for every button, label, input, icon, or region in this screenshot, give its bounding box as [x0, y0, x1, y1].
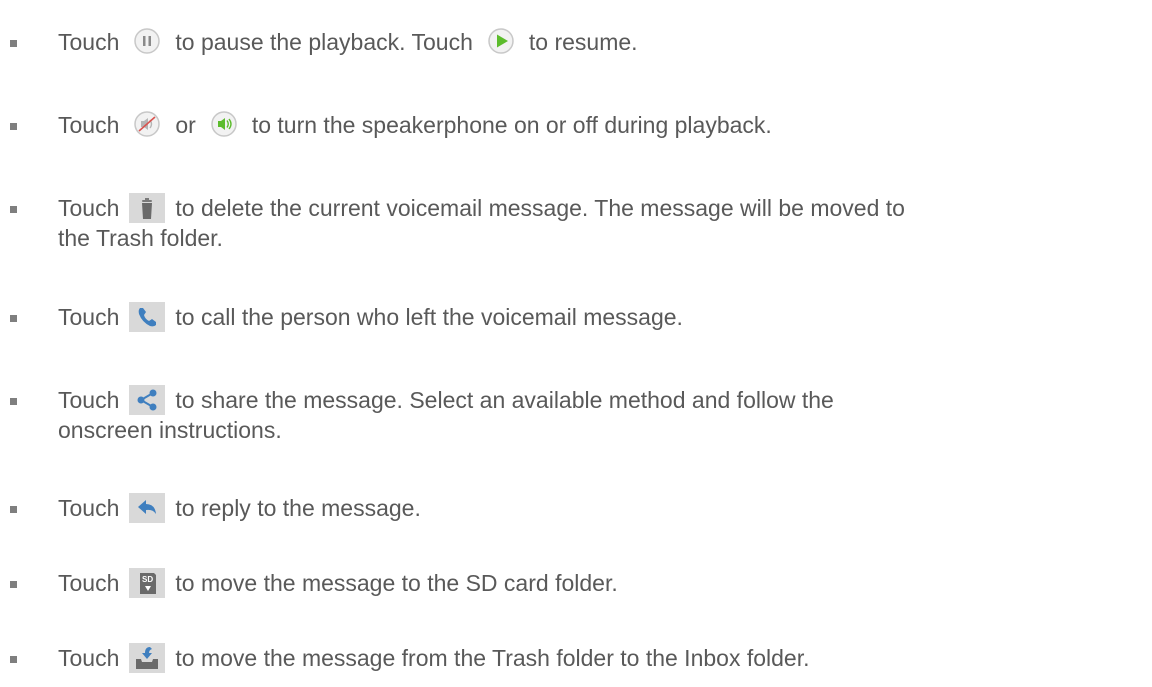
item-text-post: to resume. [528, 29, 638, 55]
item-text-pre: Touch [58, 195, 120, 221]
item-text-continued: the Trash folder. [58, 225, 223, 251]
item-text-post: to turn the speakerphone on or off durin… [251, 112, 772, 138]
item-text-post: to reply to the message. [175, 495, 421, 521]
bullet [10, 206, 17, 213]
bullet [10, 656, 17, 663]
phone-icon [129, 302, 166, 332]
pause-icon [129, 27, 165, 57]
move-to-inbox-icon [129, 643, 166, 673]
bullet [10, 581, 17, 588]
item-text-post: to delete the current voicemail message.… [175, 195, 905, 221]
bullet [10, 123, 17, 130]
share-icon [129, 385, 166, 415]
item-text-mid: or [175, 112, 196, 138]
item-text-pre: Touch [58, 304, 120, 330]
item-text-post: to share the message. Select an availabl… [175, 387, 834, 413]
bullet [10, 506, 17, 513]
speaker-off-icon [129, 110, 165, 140]
svg-text:SD: SD [142, 575, 153, 584]
item-text-pre: Touch [58, 387, 120, 413]
speaker-on-icon [206, 110, 242, 140]
item-text-pre: Touch [58, 29, 120, 55]
item-text-pre: Touch [58, 112, 120, 138]
item-text-pre: Touch [58, 570, 120, 596]
bullet [10, 40, 17, 47]
reply-icon [129, 493, 166, 523]
item-text-post: to move the message to the SD card folde… [175, 570, 618, 596]
item-text-pre: Touch [58, 645, 120, 671]
play-icon [483, 27, 519, 57]
item-text-post: to move the message from the Trash folde… [175, 645, 810, 671]
item-text-continued: onscreen instructions. [58, 417, 282, 443]
bullet [10, 398, 17, 405]
sd-card-icon: SD [129, 568, 166, 598]
trash-icon [129, 193, 166, 223]
item-text-post: to call the person who left the voicemai… [175, 304, 683, 330]
instruction-list: Touch to pause the playback. Touch to re… [0, 0, 1152, 687]
bullet [10, 315, 17, 322]
item-text-mid: to pause the playback. Touch [175, 29, 473, 55]
item-text-pre: Touch [58, 495, 120, 521]
